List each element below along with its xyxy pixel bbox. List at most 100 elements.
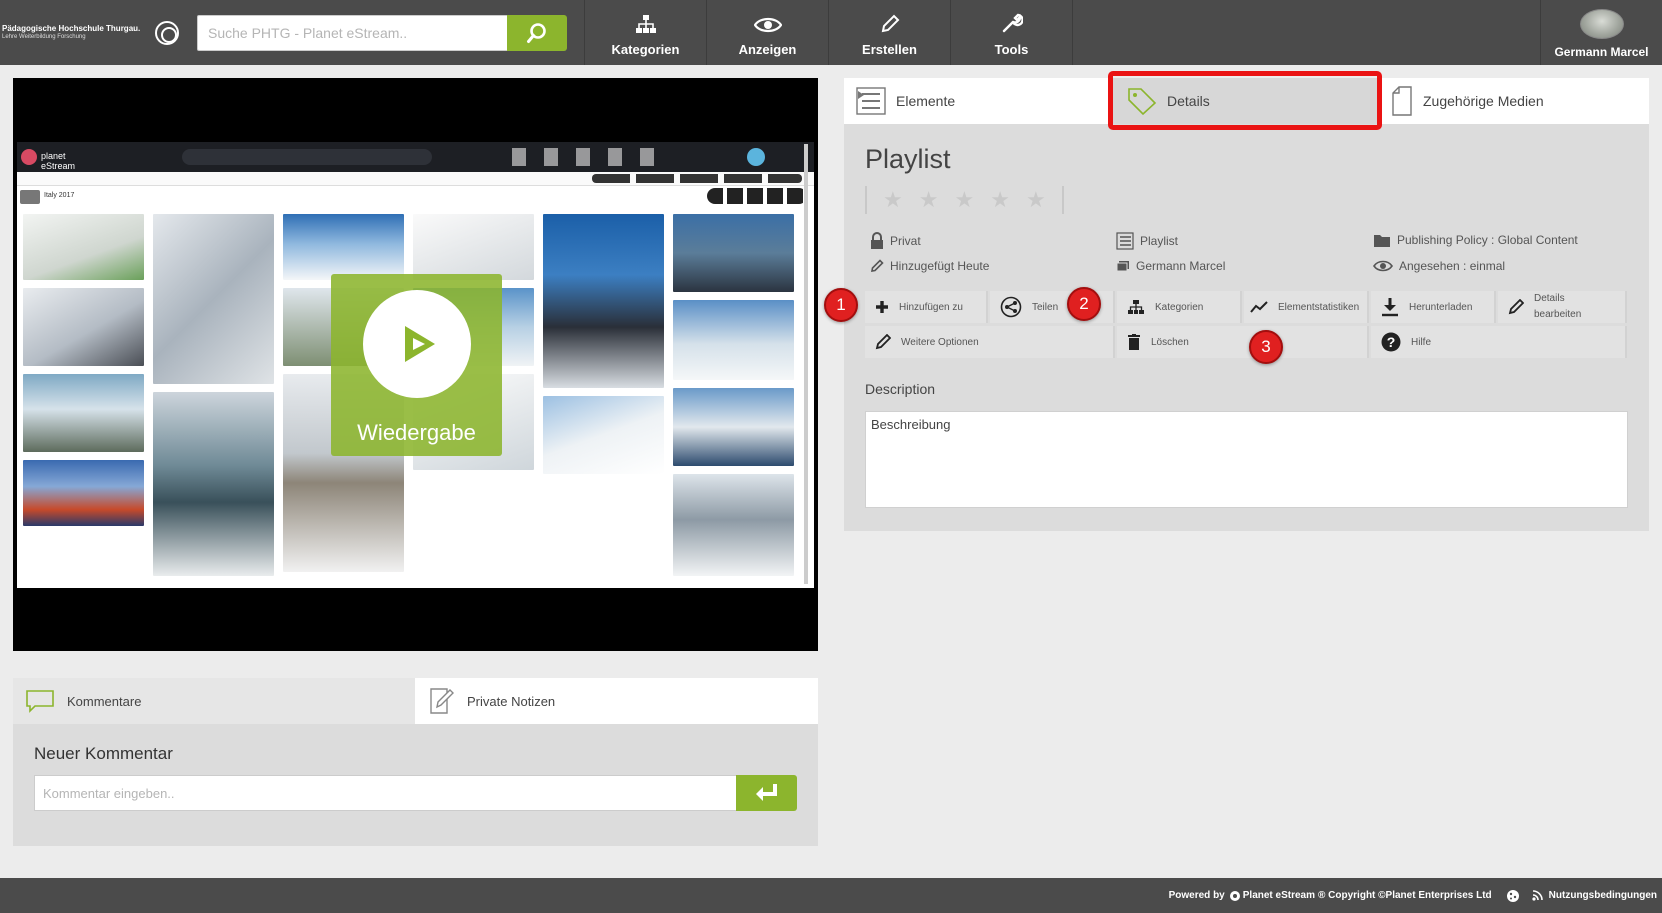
star-rating[interactable]: ★ ★ ★ ★ ★ (865, 186, 1064, 214)
photo-tile (543, 396, 664, 474)
tab-kommentare[interactable]: Kommentare (13, 678, 415, 724)
meta-owner: Germann Marcel (1116, 259, 1225, 273)
annotation-badge: 3 (1249, 330, 1283, 364)
play-icon (404, 326, 435, 362)
pencil-icon (1508, 299, 1524, 315)
edit-details-button[interactable]: Details bearbeiten (1498, 291, 1627, 323)
help-button[interactable]: ? Hilfe (1371, 326, 1627, 358)
share-icon (1000, 296, 1022, 318)
button-label-line: bearbeiten (1534, 309, 1582, 320)
search-button[interactable] (507, 15, 567, 51)
tab-label: Kommentare (67, 693, 142, 709)
star-icon[interactable]: ★ (1026, 188, 1046, 213)
photo-tile (153, 392, 274, 576)
new-comment-heading: Neuer Kommentar (34, 744, 173, 763)
button-label: Teilen (1032, 301, 1059, 313)
delete-button[interactable]: Löschen (1117, 326, 1369, 358)
play-label: Wiedergabe (357, 420, 476, 445)
avatar (1579, 9, 1624, 39)
tab-label: Elemente (896, 93, 956, 109)
element-statistics-button[interactable]: Elementstatistiken (1244, 291, 1369, 323)
annotation-badge: 1 (824, 288, 858, 322)
details-panel: Elemente Details Zugehörige Medien Playl… (824, 71, 1649, 531)
star-icon[interactable]: ★ (990, 188, 1010, 213)
meta-text: Privat (890, 234, 921, 248)
meta-privacy: Privat (870, 232, 921, 250)
meta-added: Hinzugefügt Heute (870, 259, 989, 273)
button-label: Elementstatistiken (1278, 301, 1360, 313)
nav-label: Kategorien (611, 42, 680, 57)
tab-label: Zugehörige Medien (1423, 93, 1544, 109)
button-label: Hinzufügen zu (899, 301, 963, 313)
meta-views: Angesehen : einmal (1373, 259, 1505, 273)
button-label: Kategorien (1155, 301, 1204, 313)
button-label: Weitere Optionen (901, 336, 979, 348)
top-navigation-bar: Pädagogische Hochschule Thurgau. Lehre W… (0, 0, 1662, 65)
logo-title: Pädagogische Hochschule Thurgau. (2, 23, 141, 33)
photo-tile (673, 214, 794, 292)
video-player[interactable]: planet eStream Italy 2017 Wiedergabe (13, 78, 818, 651)
pencil-icon (881, 14, 899, 33)
user-menu[interactable]: Germann Marcel (1540, 0, 1662, 65)
footer-brand[interactable]: Planet eStream (1243, 890, 1315, 901)
nav-label: Anzeigen (738, 42, 797, 57)
nav-tools[interactable]: Tools (950, 0, 1072, 65)
star-icon[interactable]: ★ (883, 188, 903, 213)
lock-icon (871, 232, 883, 249)
plus-icon (876, 301, 888, 313)
speech-bubble-icon (26, 690, 54, 713)
logo-emblem-icon (155, 21, 179, 45)
search-input[interactable] (197, 15, 508, 51)
tab-elemente[interactable]: Elemente (856, 78, 1111, 124)
preview-thumb (20, 190, 40, 204)
photo-tile (413, 214, 534, 280)
download-button[interactable]: Herunterladen (1371, 291, 1496, 323)
footer: Powered by Planet eStream ® Copyright ©P… (0, 878, 1662, 913)
more-options-button[interactable]: Weitere Optionen (865, 326, 1115, 358)
search-icon (527, 23, 546, 43)
tab-private-notizen[interactable]: Private Notizen (415, 678, 818, 724)
sitemap-icon (635, 15, 656, 33)
meta-text: Angesehen : einmal (1399, 259, 1506, 273)
phtg-logo[interactable]: Pädagogische Hochschule Thurgau. Lehre W… (0, 0, 183, 65)
svg-text:?: ? (1387, 334, 1396, 350)
star-icon[interactable]: ★ (919, 188, 939, 213)
submit-comment-button[interactable] (736, 775, 797, 811)
nav-label: Erstellen (862, 42, 917, 57)
nav-anzeigen[interactable]: Anzeigen (706, 0, 828, 65)
nav-divider (1072, 0, 1073, 65)
nav-erstellen[interactable]: Erstellen (828, 0, 950, 65)
meta-text: Germann Marcel (1136, 259, 1226, 273)
person-card-icon (1116, 261, 1129, 272)
pencil-icon (871, 259, 884, 272)
footer-content: Powered by Planet eStream ® Copyright ©P… (1169, 878, 1657, 913)
logo-subtitle: Lehre Weiterbildung Forschung (2, 33, 86, 40)
terms-link[interactable]: Nutzungsbedingungen (1549, 890, 1657, 901)
preview-scrollbar (804, 144, 808, 584)
meta-type: Playlist (1116, 232, 1178, 250)
meta-text: Hinzugefügt Heute (890, 259, 990, 273)
rss-icon[interactable] (1532, 890, 1543, 901)
details-tabs: Elemente Details Zugehörige Medien (844, 71, 1649, 130)
tab-zugehoerige-medien[interactable]: Zugehörige Medien (1379, 78, 1649, 124)
photo-tile (23, 288, 144, 366)
comment-input[interactable] (34, 775, 737, 811)
eye-icon (753, 17, 782, 33)
note-edit-icon (430, 688, 454, 714)
star-icon[interactable]: ★ (954, 188, 974, 213)
download-icon (1382, 298, 1398, 317)
description-field[interactable]: Beschreibung (865, 411, 1628, 508)
add-to-button[interactable]: Hinzufügen zu (865, 291, 988, 323)
wrench-icon (1002, 13, 1023, 33)
list-icon (1116, 232, 1134, 250)
planet-estream-logo-icon (1229, 890, 1240, 901)
powered-by-label: Powered by (1168, 890, 1225, 901)
meta-text: Playlist (1140, 234, 1179, 248)
nav-kategorien[interactable]: Kategorien (584, 0, 706, 65)
play-button[interactable]: Wiedergabe (331, 274, 502, 456)
sitemap-icon (1128, 300, 1144, 314)
categories-button[interactable]: Kategorien (1117, 291, 1242, 323)
user-name: Germann Marcel (1554, 45, 1649, 59)
cookie-icon[interactable] (1506, 889, 1520, 903)
trash-icon (1128, 334, 1140, 350)
